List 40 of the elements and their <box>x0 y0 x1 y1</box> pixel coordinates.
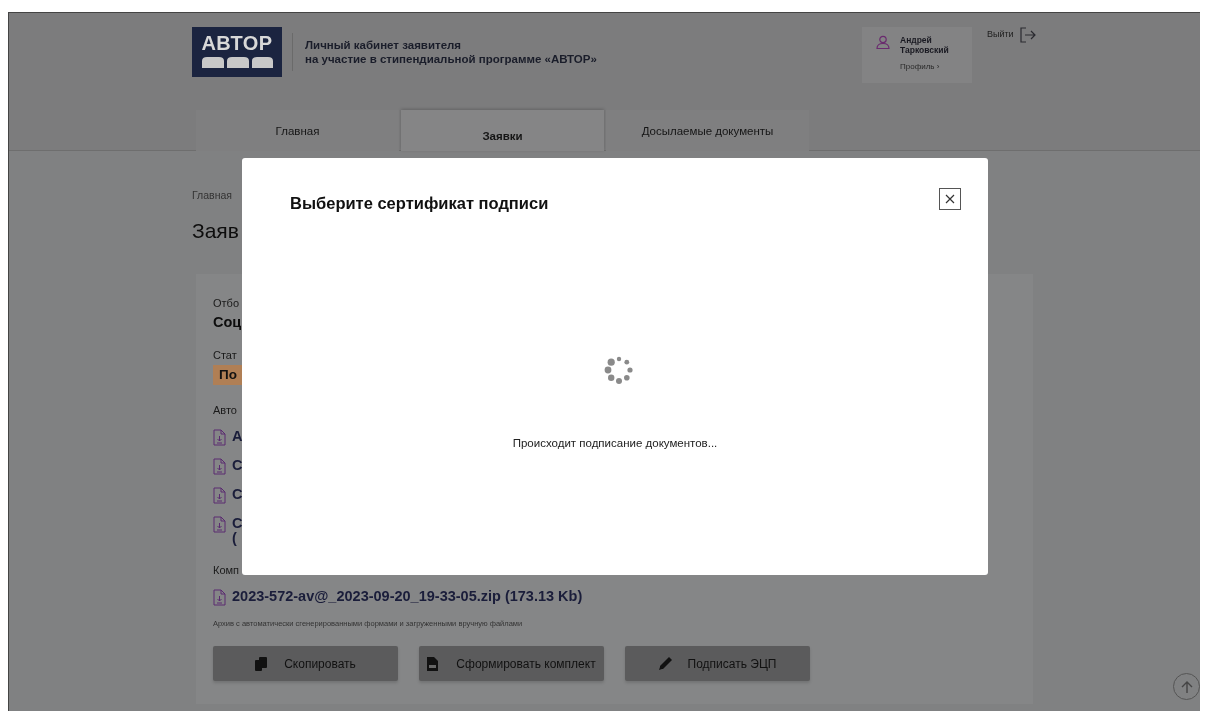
profile-link[interactable]: Профиль › <box>900 61 949 73</box>
close-icon <box>945 194 955 204</box>
logo[interactable]: АВТОР <box>192 27 282 77</box>
close-button[interactable] <box>939 188 961 210</box>
loading-spinner-icon <box>604 355 634 385</box>
copy-icon <box>255 656 269 671</box>
field-label: Отбо <box>213 295 240 310</box>
user-name: Андрей Тарковский <box>900 35 949 55</box>
arrow-up-icon <box>1179 679 1194 694</box>
field-label: Стат <box>213 347 238 362</box>
document-icon <box>427 656 441 671</box>
logout-icon <box>1019 27 1036 43</box>
field-value: Соц <box>213 312 243 331</box>
file-download-icon <box>213 588 226 606</box>
seats-icon <box>200 54 274 68</box>
action-button[interactable]: Подписать ЭЦП <box>625 646 810 681</box>
file-link[interactable]: С <box>232 457 243 475</box>
file-link[interactable]: С <box>232 486 243 504</box>
field-label: Комп <box>213 562 241 577</box>
file-download-icon <box>213 486 226 504</box>
user-icon <box>876 35 890 49</box>
modal-title: Выберите сертификат подписи <box>290 193 549 214</box>
file-download-icon <box>213 457 226 475</box>
file-download-icon <box>213 515 226 533</box>
pencil-icon <box>658 656 672 671</box>
file-link[interactable]: 2023-572-av@_2023-09-20_19-33-05.zip (173.13 Kb) <box>232 588 583 606</box>
logout-link[interactable]: Выйти <box>987 27 1036 43</box>
action-button[interactable]: Скопировать <box>213 646 398 681</box>
cabinet-title: Личный кабинет заявителя <box>305 38 463 52</box>
logo-text: АВТОР <box>201 32 273 54</box>
cabinet-title: на участие в стипендиальной программе «АВТОР» <box>305 52 597 66</box>
page-heading: Заяв <box>192 217 240 244</box>
status-badge: По <box>213 364 243 385</box>
tab[interactable]: Заявки <box>401 110 604 151</box>
field-label: Авто <box>213 402 238 417</box>
file-download-icon <box>213 428 226 446</box>
action-button[interactable]: Сформировать комплект <box>419 646 604 681</box>
loading-message: Происходит подписание документов... <box>511 436 719 451</box>
file-link[interactable]: С ( <box>232 515 243 546</box>
file-link[interactable]: А <box>232 428 243 446</box>
